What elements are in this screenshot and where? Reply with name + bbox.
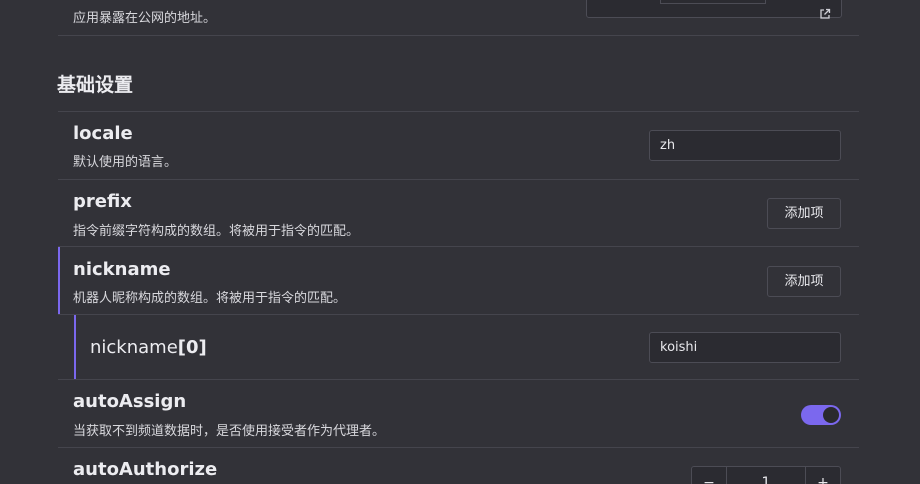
external-link-icon[interactable] — [819, 5, 831, 19]
top-row-desc: 应用暴露在公网的地址。 — [73, 11, 217, 26]
stepper-value[interactable]: 1 — [726, 467, 806, 484]
prefix-desc: 指令前缀字符构成的数组。将被用于指令的匹配。 — [73, 224, 360, 239]
toggle-knob — [823, 407, 839, 423]
setting-row-autoassign: autoAssign 当获取不到频道数据时，是否使用接受者作为代理者。 — [58, 379, 859, 448]
prefix-title: prefix — [73, 191, 132, 212]
autoassign-toggle[interactable] — [801, 405, 841, 425]
setting-row-locale: locale 默认使用的语言。 — [58, 111, 859, 180]
autoauthorize-title: autoAuthorize — [73, 459, 218, 480]
setting-row-nickname-item: nickname[0] — [58, 314, 859, 380]
stepper-minus-button[interactable]: − — [692, 467, 726, 484]
locale-input[interactable] — [649, 130, 841, 161]
setting-row-nickname: nickname 机器人昵称构成的数组。将被用于指令的匹配。 添加项 — [58, 246, 859, 315]
setting-row-autoauthorize: autoAuthorize − 1 + — [58, 447, 859, 484]
locale-title: locale — [73, 123, 133, 144]
stepper-plus-button[interactable]: + — [806, 467, 840, 484]
nickname-item-label-index: [0] — [177, 337, 207, 358]
nickname-item-label-prefix: nickname — [90, 337, 178, 358]
nickname-accent-bar — [58, 247, 60, 315]
prefix-add-button[interactable]: 添加项 — [767, 198, 841, 229]
top-row-input[interactable] — [586, 0, 842, 19]
nickname-title: nickname — [73, 259, 171, 280]
locale-desc: 默认使用的语言。 — [73, 155, 178, 170]
top-row-input-inner — [660, 0, 766, 4]
settings-page: 应用暴露在公网的地址。 基础设置 locale 默认使用的语言。 prefix … — [0, 0, 920, 484]
top-partial-row: 应用暴露在公网的地址。 — [58, 0, 859, 36]
nickname-item-input[interactable] — [649, 332, 841, 363]
nickname-item-accent-bar — [74, 315, 76, 380]
nickname-add-button[interactable]: 添加项 — [767, 266, 841, 297]
autoauthorize-stepper: − 1 + — [691, 466, 841, 484]
nickname-item-label: nickname[0] — [90, 337, 207, 358]
autoassign-title: autoAssign — [73, 391, 187, 412]
nickname-desc: 机器人昵称构成的数组。将被用于指令的匹配。 — [73, 291, 347, 306]
setting-row-prefix: prefix 指令前缀字符构成的数组。将被用于指令的匹配。 添加项 — [58, 179, 859, 247]
section-title: 基础设置 — [57, 74, 134, 96]
autoassign-desc: 当获取不到频道数据时，是否使用接受者作为代理者。 — [73, 424, 386, 439]
